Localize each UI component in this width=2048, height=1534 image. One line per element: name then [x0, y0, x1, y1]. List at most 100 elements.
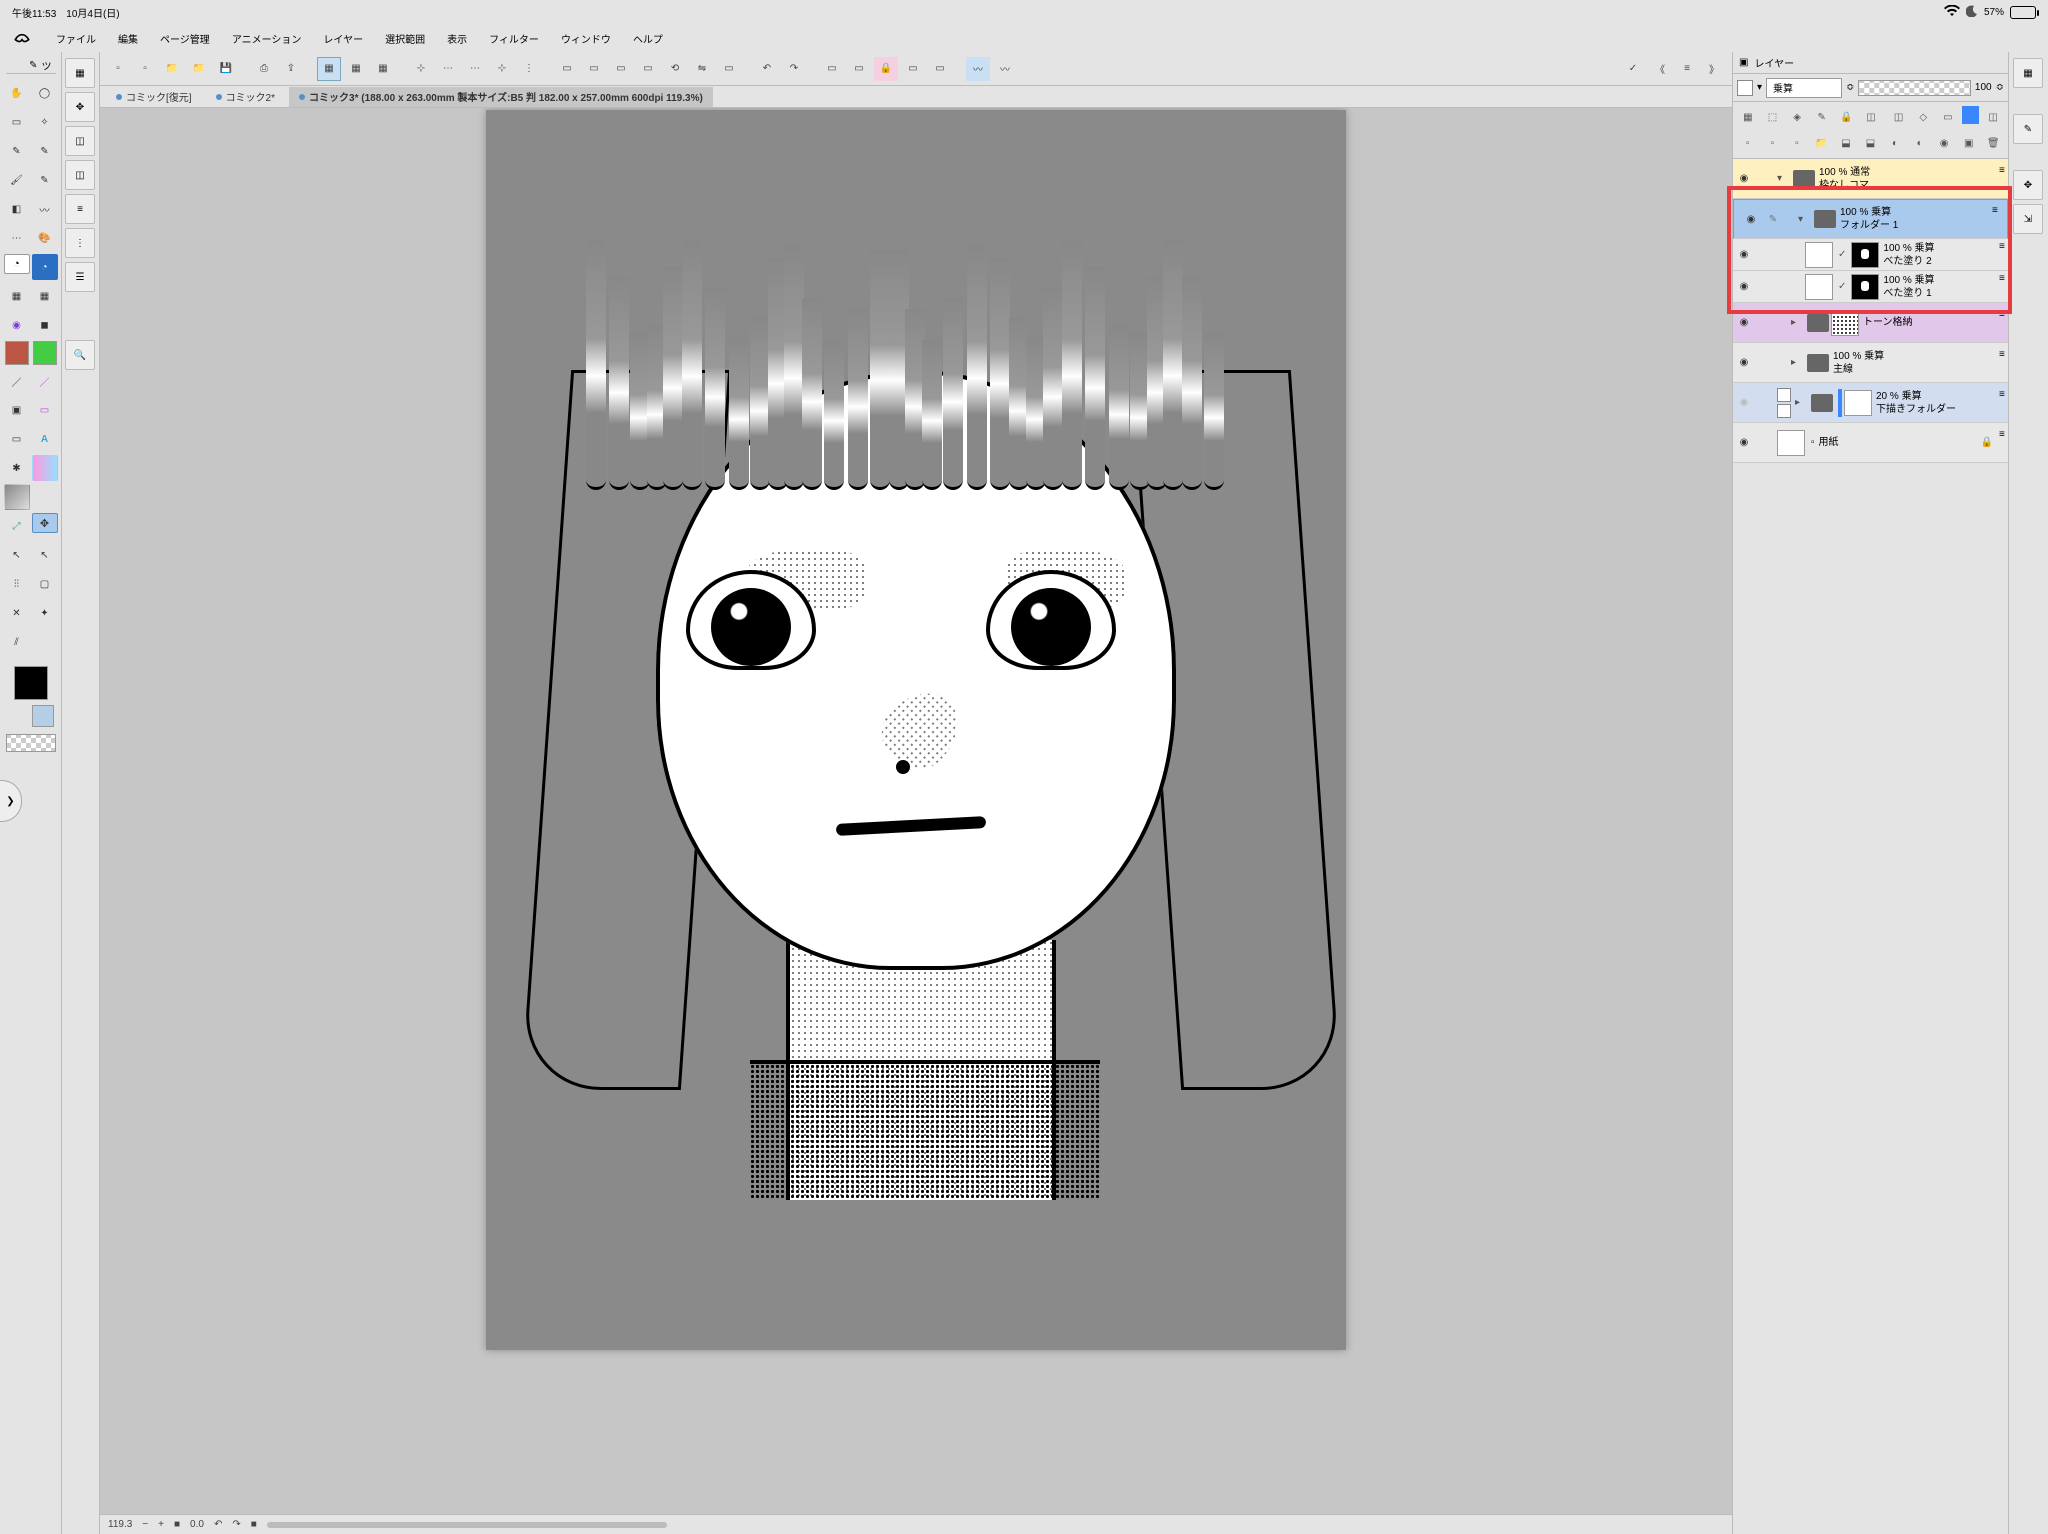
gradient2-tool[interactable]: [32, 455, 58, 481]
open2-icon[interactable]: 📁: [187, 57, 211, 81]
subtool-btn-2[interactable]: ✥: [65, 92, 95, 122]
lr2-7[interactable]: ◐: [1884, 132, 1906, 154]
tab-0[interactable]: コミック[復元]: [106, 87, 202, 107]
canvas[interactable]: [486, 110, 1346, 1350]
lr2-2[interactable]: ▫: [1762, 132, 1784, 154]
fit-icon[interactable]: ▭: [582, 57, 606, 81]
subtool-btn-3[interactable]: ◫: [65, 126, 95, 156]
dot-tool[interactable]: ⋯: [4, 225, 30, 251]
prev-icon[interactable]: 《: [1648, 57, 1672, 81]
move2-tool[interactable]: ↖: [4, 542, 30, 568]
opacity-slider[interactable]: [1858, 80, 1971, 96]
bucket-tool[interactable]: ▦: [4, 283, 30, 309]
lr2-4[interactable]: 📁: [1811, 132, 1833, 154]
lr2-11[interactable]: 🗑: [1982, 132, 2004, 154]
pen-tool[interactable]: ✎: [4, 138, 30, 164]
layer-row-1[interactable]: ◉✎▾100 % 乗算フォルダー 1≡: [1733, 199, 2008, 239]
lr2-5[interactable]: ⬓: [1835, 132, 1857, 154]
next-icon[interactable]: 》: [1702, 57, 1726, 81]
layer-menu-icon[interactable]: ≡: [1999, 349, 2005, 377]
subtool-btn-7[interactable]: ☰: [65, 262, 95, 292]
lr2-10[interactable]: ▣: [1958, 132, 1980, 154]
curve-icon[interactable]: 〰: [966, 57, 990, 81]
menu-file[interactable]: ファイル: [56, 31, 96, 46]
visibility-icon[interactable]: ◉: [1733, 281, 1755, 292]
open-icon[interactable]: 📁: [160, 57, 184, 81]
layer-menu-icon[interactable]: ≡: [1999, 309, 2005, 337]
layer-menu-icon[interactable]: ≡: [1992, 205, 1998, 233]
menu-help[interactable]: ヘルプ: [633, 31, 663, 46]
fit3-icon[interactable]: ▭: [636, 57, 660, 81]
visibility-icon[interactable]: ◉: [1733, 357, 1755, 368]
brush-tool[interactable]: 🖌: [4, 167, 30, 193]
layer-menu-icon[interactable]: ≡: [1999, 429, 2005, 457]
redo-icon[interactable]: ↷: [782, 57, 806, 81]
visibility-icon[interactable]: ◉: [1733, 317, 1755, 328]
zoom-out-icon[interactable]: −: [142, 1519, 148, 1530]
line-tool[interactable]: ／: [4, 368, 30, 394]
layer-row-2[interactable]: ◉✓100 % 乗算べた塗り 2≡: [1733, 239, 2008, 271]
layer-menu-icon[interactable]: ≡: [1999, 273, 2005, 301]
canvas-area[interactable]: [100, 108, 1732, 1514]
dropdown-icon[interactable]: ≎: [1846, 82, 1854, 93]
visibility-icon[interactable]: ◉: [1733, 173, 1755, 184]
blend-tool[interactable]: 〰: [32, 196, 58, 222]
spiral-tool[interactable]: ◉: [4, 312, 30, 338]
layer-ic-8[interactable]: ◇: [1912, 106, 1934, 128]
chevron-icon[interactable]: ▾: [1777, 173, 1791, 184]
square-tool[interactable]: ◼: [32, 312, 58, 338]
chevron-icon[interactable]: ▸: [1791, 357, 1805, 368]
layer-menu-icon[interactable]: ≡: [1999, 165, 2005, 193]
correct-tool[interactable]: [4, 484, 30, 510]
lr2-8[interactable]: ◐: [1909, 132, 1931, 154]
layer-menu-icon[interactable]: ≡: [1999, 389, 2005, 417]
rot-icon[interactable]: ⟲: [663, 57, 687, 81]
lr2-1[interactable]: ▫: [1737, 132, 1759, 154]
layer-row-6[interactable]: ◉▸20 % 乗算下描きフォルダー≡: [1733, 383, 2008, 423]
subtool-btn-5[interactable]: ≡: [65, 194, 95, 224]
layer-ic-2[interactable]: ⬚: [1762, 106, 1784, 128]
layer-row-0[interactable]: ◉▾100 % 通常枠なしコマ≡: [1733, 159, 2008, 199]
visibility-icon[interactable]: ◉: [1733, 437, 1755, 448]
lr2-3[interactable]: ▫: [1786, 132, 1808, 154]
zoom-icon[interactable]: ▭: [555, 57, 579, 81]
snap-icon[interactable]: ⊹: [409, 57, 433, 81]
layer-ic-6[interactable]: ◫: [1860, 106, 1882, 128]
layer-ic-4[interactable]: ✎: [1811, 106, 1833, 128]
menu-icon[interactable]: ≡: [1675, 57, 1699, 81]
subtool-btn-4[interactable]: ◫: [65, 160, 95, 190]
move-tool[interactable]: ✥: [32, 513, 58, 533]
menu-filter[interactable]: フィルター: [489, 31, 539, 46]
fit2-icon[interactable]: ▭: [609, 57, 633, 81]
eraser-tool[interactable]: ◧: [4, 196, 30, 222]
menu-window[interactable]: ウィンドウ: [561, 31, 611, 46]
dock-brush[interactable]: ✎: [2013, 114, 2043, 144]
dock-nav[interactable]: ▦: [2013, 58, 2043, 88]
arrow-tool[interactable]: ↖: [32, 542, 58, 568]
menu-animation[interactable]: アニメーション: [232, 31, 302, 46]
menu-page[interactable]: ページ管理: [160, 31, 210, 46]
curve2-icon[interactable]: 〰: [993, 57, 1017, 81]
save-icon[interactable]: 💾: [214, 57, 238, 81]
new-icon[interactable]: ▫: [106, 57, 130, 81]
layer-ic-3[interactable]: ◈: [1786, 106, 1808, 128]
layer-ic-10[interactable]: ◫: [1982, 106, 2004, 128]
mask2-icon[interactable]: ▭: [928, 57, 952, 81]
ribbon-tool[interactable]: ✕: [4, 600, 30, 626]
lr2-9[interactable]: ◉: [1933, 132, 1955, 154]
lock-cell[interactable]: ✎: [1762, 214, 1784, 225]
menu-view[interactable]: 表示: [447, 31, 467, 46]
dock-arrange[interactable]: ⇲: [2013, 204, 2043, 234]
transparent-color[interactable]: [6, 734, 56, 752]
zoom-value[interactable]: 119.3: [108, 1519, 132, 1530]
lock-icon[interactable]: 🔒: [874, 57, 898, 81]
tab-2[interactable]: コミック3* (188.00 x 263.00mm 製本サイズ:B5 判 182…: [289, 87, 713, 107]
mask-icon[interactable]: ▭: [901, 57, 925, 81]
layer-ic-7[interactable]: ◫: [1888, 106, 1910, 128]
snap2-icon[interactable]: ⋯: [436, 57, 460, 81]
tab-1[interactable]: コミック2*: [206, 87, 285, 107]
grid-icon[interactable]: ▦: [317, 57, 341, 81]
rotate-left-icon[interactable]: ↶: [214, 1519, 222, 1530]
background-color[interactable]: [32, 705, 54, 727]
layer-ic-5[interactable]: 🔒: [1836, 106, 1858, 128]
